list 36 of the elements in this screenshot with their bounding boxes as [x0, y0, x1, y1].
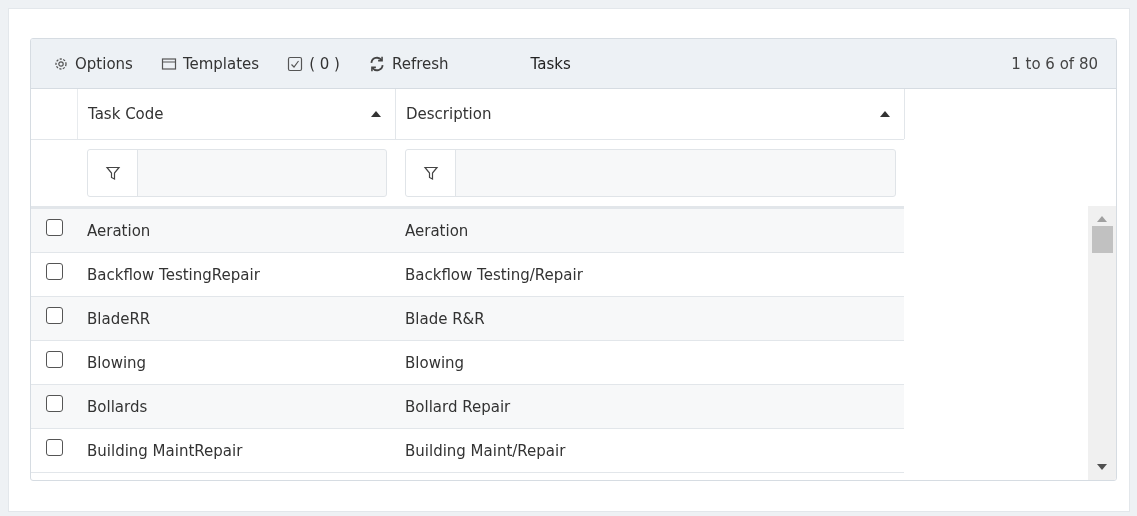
table-cell-text: Aeration — [86, 221, 152, 240]
templates-button[interactable]: Templates — [160, 54, 260, 73]
scroll-down-icon[interactable] — [1097, 464, 1107, 470]
row-checkbox[interactable] — [45, 395, 63, 412]
table-cell-text: Backflow TestingRepair — [86, 265, 261, 284]
selection-button[interactable]: ( 0 ) — [287, 54, 340, 73]
table-cell-text: Blowing — [86, 353, 148, 372]
row-checkbox[interactable] — [45, 263, 63, 280]
table-cell-text: Bollard Repair — [404, 397, 512, 416]
filter-icon — [104, 165, 121, 181]
filter-field[interactable] — [405, 149, 896, 197]
refresh-button[interactable]: Refresh — [367, 54, 449, 73]
paging-info: 1 to 6 of 80 — [1011, 54, 1098, 73]
column-header[interactable]: Description — [396, 89, 905, 139]
table-cell-text: Blowing — [404, 353, 466, 372]
row-checkbox[interactable] — [45, 307, 63, 324]
table-cell-text: BladeRR — [86, 309, 152, 328]
window-icon — [160, 55, 177, 72]
checkbox-icon — [287, 55, 304, 72]
table-cell-text: Bollards — [86, 397, 149, 416]
table-cell-text: Blade R&R — [404, 309, 486, 328]
scrollbar[interactable] — [1088, 206, 1116, 480]
column-header[interactable]: Task Code — [78, 89, 396, 139]
table-cell-text: Aeration — [404, 221, 470, 240]
grid-title: Tasks — [530, 54, 571, 73]
filter-field[interactable] — [87, 149, 387, 197]
scroll-thumb[interactable] — [1091, 226, 1113, 253]
row-checkbox[interactable] — [45, 439, 63, 456]
gear-icon — [53, 55, 69, 72]
row-checkbox[interactable] — [45, 351, 63, 368]
row-checkbox[interactable] — [45, 219, 63, 236]
table-cell-text: Building MaintRepair — [86, 441, 244, 460]
table-cell-text: Backflow Testing/Repair — [404, 265, 584, 284]
table-cell-text: Building Maint/Repair — [404, 441, 567, 460]
filter-icon — [422, 165, 439, 181]
options-button[interactable]: Options — [53, 54, 133, 73]
